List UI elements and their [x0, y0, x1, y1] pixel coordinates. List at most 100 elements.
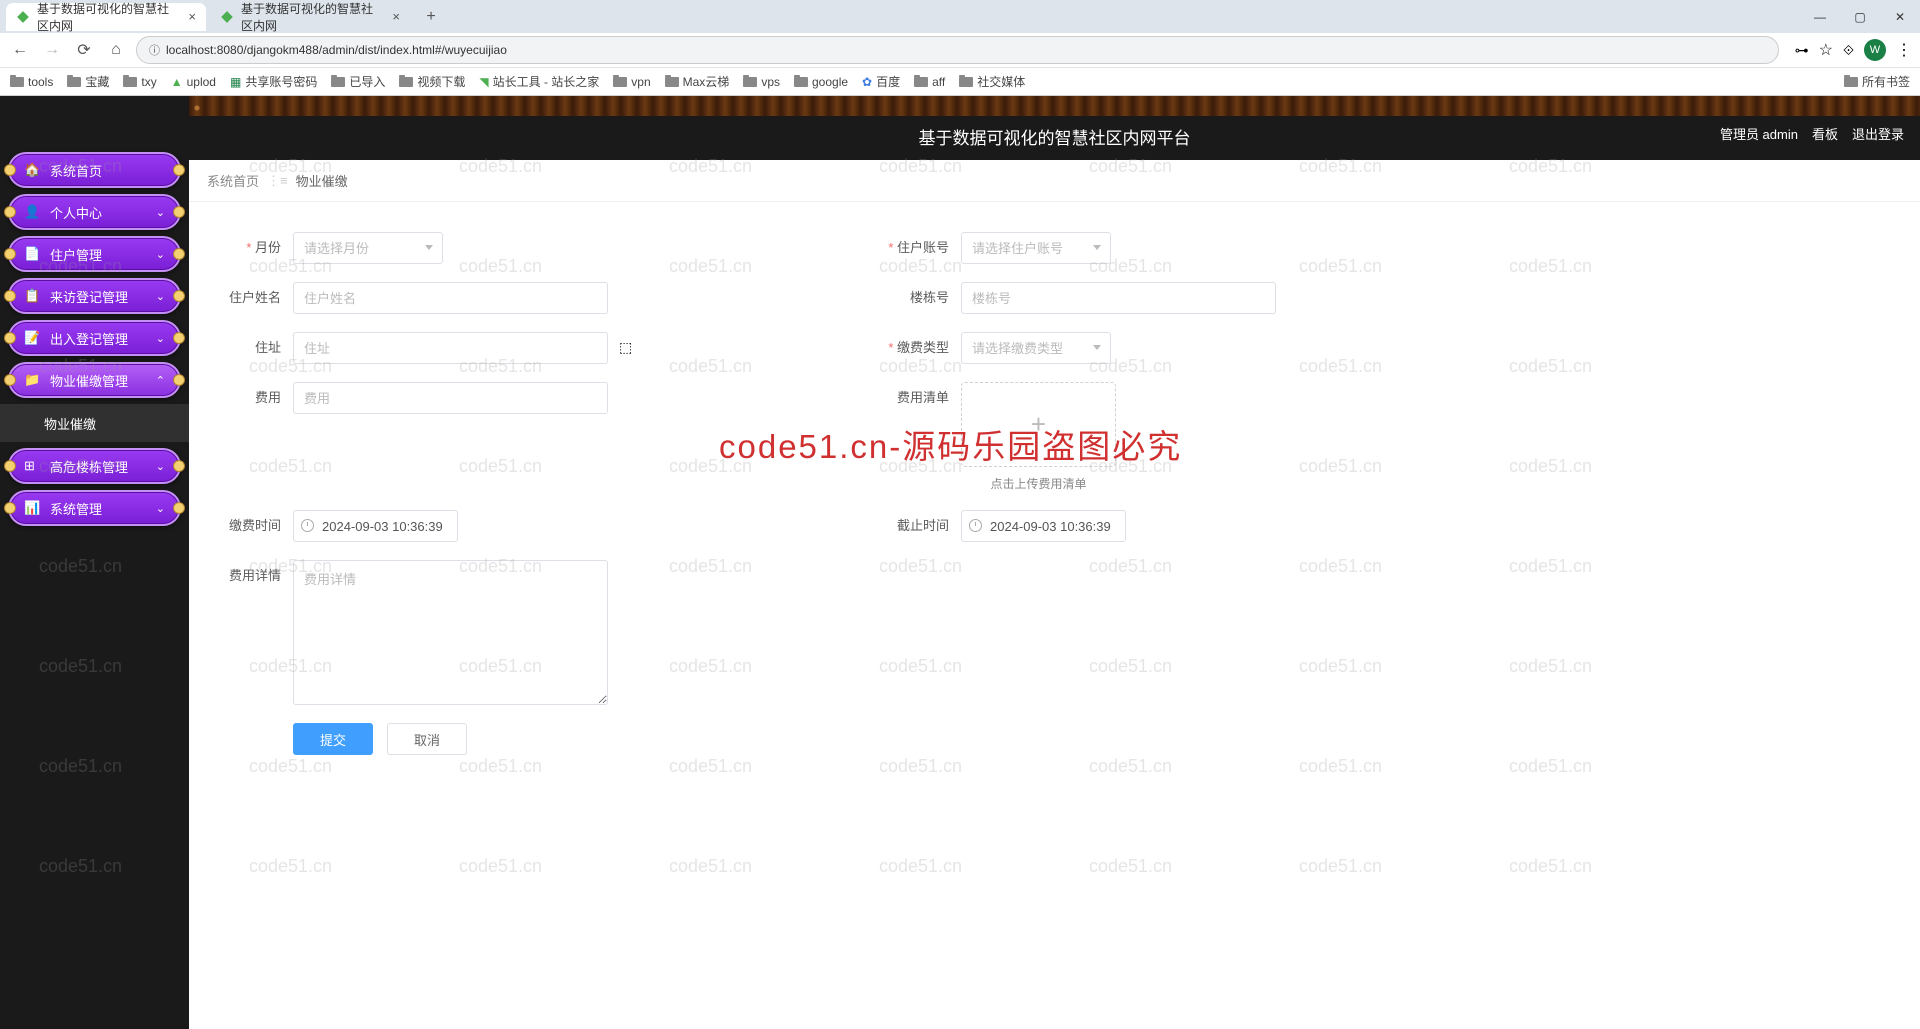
forward-button[interactable]: →: [40, 38, 64, 62]
bookmark-item[interactable]: ✿百度: [862, 73, 900, 90]
app-root: 🏠系统首页 👤个人中心⌄ 📄住户管理⌄ 📋来访登记管理⌄ 📝出入登记管理⌄ 📁物…: [0, 96, 1920, 1029]
label-building: 楼栋号: [811, 282, 961, 314]
all-bookmarks[interactable]: 所有书签: [1844, 73, 1910, 90]
chevron-down-icon: ⌄: [156, 332, 165, 345]
favicon-icon: [16, 10, 30, 24]
plus-icon: +: [1031, 409, 1046, 440]
submit-button[interactable]: 提交: [293, 723, 373, 755]
month-select[interactable]: [293, 232, 443, 264]
account-select[interactable]: [961, 232, 1111, 264]
folder-icon: [331, 77, 345, 87]
bookmark-item[interactable]: 视频下载: [399, 73, 465, 90]
close-icon[interactable]: ×: [392, 9, 400, 24]
label-bill: 费用清单: [811, 382, 961, 414]
sidebar-item-home[interactable]: 🏠系统首页: [8, 152, 181, 188]
building-input[interactable]: [961, 282, 1276, 314]
sidebar-item-label: 系统首页: [50, 161, 102, 180]
extensions-icon[interactable]: ⟐: [1843, 42, 1854, 59]
bookmark-item[interactable]: Max云梯: [665, 73, 730, 90]
sidebar-item-label: 住户管理: [50, 245, 102, 264]
url-input[interactable]: ⓘ localhost:8080/djangokm488/admin/dist/…: [136, 36, 1779, 64]
chevron-down-icon: ⌄: [156, 248, 165, 261]
upload-box[interactable]: +: [961, 382, 1116, 467]
bookmark-item[interactable]: aff: [914, 75, 945, 89]
chevron-down-icon: ⌄: [156, 502, 165, 515]
sidebar-item-property-fee[interactable]: 📁物业催缴管理⌃: [8, 362, 181, 398]
chevron-down-icon: ⌄: [156, 290, 165, 303]
browser-tab-active[interactable]: 基于数据可视化的智慧社区内网 ×: [6, 3, 206, 31]
home-button[interactable]: ⌂: [104, 38, 128, 62]
admin-label[interactable]: 管理员 admin: [1720, 124, 1798, 143]
minimize-icon[interactable]: —: [1800, 2, 1840, 32]
kanban-link[interactable]: 看板: [1812, 124, 1838, 143]
label-feetype: 缴费类型: [811, 332, 961, 364]
bookmark-item[interactable]: tools: [10, 75, 53, 89]
sidebar-item-system[interactable]: 📊系统管理⌄: [8, 490, 181, 526]
label-detail: 费用详情: [203, 560, 293, 592]
chevron-down-icon: ⌄: [156, 460, 165, 473]
bookmark-item[interactable]: google: [794, 75, 848, 89]
sidebar-item-access[interactable]: 📝出入登记管理⌄: [8, 320, 181, 356]
sidebar-item-hazard[interactable]: ⊞高危楼栋管理⌄: [8, 448, 181, 484]
decorative-strip: [189, 96, 1920, 116]
sidebar-item-visitor[interactable]: 📋来访登记管理⌄: [8, 278, 181, 314]
password-icon[interactable]: ⊶: [1795, 42, 1809, 59]
bookmark-item[interactable]: txy: [123, 75, 156, 89]
grid-icon: ⊞: [24, 458, 40, 474]
label-deadline: 截止时间: [811, 510, 961, 542]
feetype-select[interactable]: [961, 332, 1111, 364]
sidebar-item-label: 物业催缴管理: [50, 371, 128, 390]
bookmark-item[interactable]: 已导入: [331, 73, 385, 90]
back-button[interactable]: ←: [8, 38, 32, 62]
bookmark-item[interactable]: ▦共享账号密码: [230, 73, 317, 90]
tab-title: 基于数据可视化的智慧社区内网: [241, 0, 382, 34]
deadline-input[interactable]: [961, 510, 1126, 542]
main-content: 基于数据可视化的智慧社区内网平台 管理员 admin 看板 退出登录 系统首页 …: [189, 96, 1920, 1029]
breadcrumb-current: 物业催缴: [296, 171, 348, 190]
folder-icon: [67, 77, 81, 87]
sidebar-subitem-fee-reminder[interactable]: 物业催缴: [0, 404, 189, 442]
folder-icon: [123, 77, 137, 87]
bookmark-item[interactable]: 宝藏: [67, 73, 109, 90]
bookmark-item[interactable]: ◥站长工具 - 站长之家: [479, 73, 599, 90]
folder-icon: [1844, 77, 1858, 87]
bookmark-item[interactable]: vpn: [613, 75, 650, 89]
bookmark-item[interactable]: vps: [743, 75, 780, 89]
star-icon[interactable]: ☆: [1819, 40, 1833, 60]
tab-title: 基于数据可视化的智慧社区内网: [37, 0, 178, 34]
new-tab-button[interactable]: +: [420, 6, 442, 28]
tab-bar: 基于数据可视化的智慧社区内网 × 基于数据可视化的智慧社区内网 × + — ▢ …: [0, 0, 1920, 33]
sidebar: 🏠系统首页 👤个人中心⌄ 📄住户管理⌄ 📋来访登记管理⌄ 📝出入登记管理⌄ 📁物…: [0, 96, 189, 1029]
profile-avatar[interactable]: W: [1864, 39, 1886, 61]
site-info-icon[interactable]: ⓘ: [149, 42, 160, 58]
breadcrumb-home[interactable]: 系统首页: [207, 171, 259, 190]
close-window-icon[interactable]: ✕: [1880, 2, 1920, 32]
clipboard-icon: 📋: [24, 288, 40, 304]
detail-textarea[interactable]: [293, 560, 608, 705]
address-input[interactable]: [293, 332, 608, 364]
breadcrumb-sep: ⋮≡: [267, 173, 288, 189]
cancel-button[interactable]: 取消: [387, 723, 467, 755]
folder-icon: [914, 77, 928, 87]
folder-icon: [399, 77, 413, 87]
browser-tab[interactable]: 基于数据可视化的智慧社区内网 ×: [210, 3, 410, 31]
folder-icon: [743, 77, 757, 87]
fee-input[interactable]: [293, 382, 608, 414]
maximize-icon[interactable]: ▢: [1840, 2, 1880, 32]
folder-icon: [10, 77, 24, 87]
form-area: 月份 住户账号 住户姓名 楼栋号: [189, 202, 1920, 785]
sidebar-item-profile[interactable]: 👤个人中心⌄: [8, 194, 181, 230]
bookmark-item[interactable]: 社交媒体: [959, 73, 1025, 90]
bookmark-item[interactable]: ▲uplod: [171, 75, 216, 89]
logout-link[interactable]: 退出登录: [1852, 124, 1904, 143]
menu-icon[interactable]: ⋮: [1896, 40, 1912, 60]
name-input[interactable]: [293, 282, 608, 314]
bookmark-bar: tools 宝藏 txy ▲uplod ▦共享账号密码 已导入 视频下载 ◥站长…: [0, 67, 1920, 95]
sidebar-item-label: 个人中心: [50, 203, 102, 222]
paytime-input[interactable]: [293, 510, 458, 542]
sidebar-item-resident[interactable]: 📄住户管理⌄: [8, 236, 181, 272]
favicon-icon: [220, 10, 234, 24]
close-icon[interactable]: ×: [188, 9, 196, 24]
reload-button[interactable]: ⟳: [72, 38, 96, 62]
folder-icon: 📁: [24, 372, 40, 388]
